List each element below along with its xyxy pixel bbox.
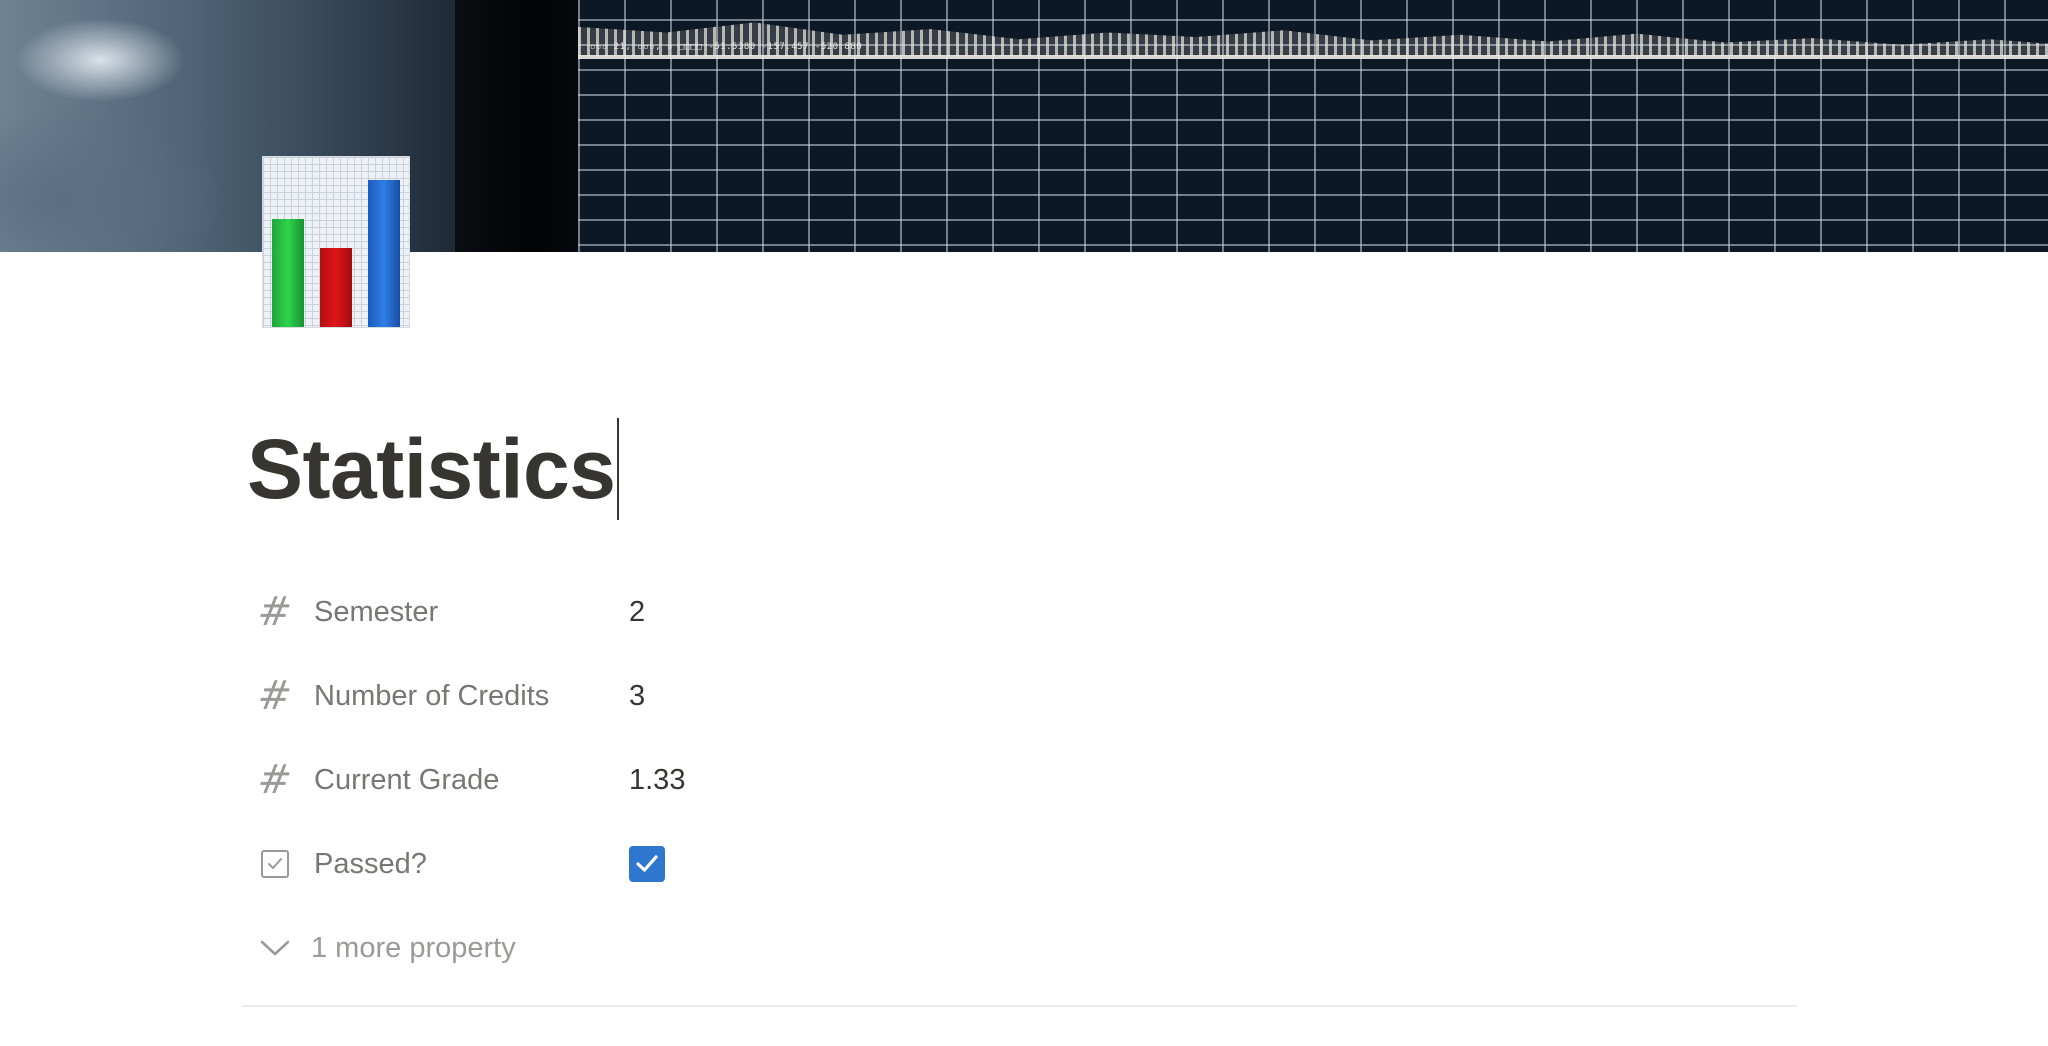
- property-name[interactable]: Semester: [314, 596, 438, 629]
- page-title[interactable]: Statistics: [247, 427, 616, 511]
- cover-monitor-bezel: [455, 0, 585, 252]
- checkbox-outline-icon: [261, 850, 289, 878]
- properties-list: # Semester 2 # Number of Credits 3 # Cur…: [255, 570, 1796, 990]
- page-title-container[interactable]: Statistics: [247, 418, 619, 520]
- checkmark-icon: [636, 855, 658, 872]
- notion-page: ▫▫▫ 21, ▫▫▫, ▫ □□□□ -51.5380 -157.457 -5…: [0, 0, 2048, 1046]
- more-properties-toggle[interactable]: 1 more property: [256, 906, 1796, 990]
- more-properties-label[interactable]: 1 more property: [311, 932, 516, 965]
- text-cursor: [616, 418, 619, 520]
- property-value[interactable]: 2: [629, 596, 645, 629]
- property-value[interactable]: 1.33: [629, 764, 685, 797]
- property-name[interactable]: Number of Credits: [314, 680, 549, 713]
- property-row-number-of-credits[interactable]: # Number of Credits 3: [255, 654, 1796, 738]
- bar-chart-icon[interactable]: [262, 156, 410, 328]
- property-row-semester[interactable]: # Semester 2: [255, 570, 1796, 654]
- properties-divider: [242, 1005, 1797, 1007]
- property-row-current-grade[interactable]: # Current Grade 1.33: [255, 738, 1796, 822]
- property-row-passed[interactable]: Passed?: [256, 822, 1796, 906]
- cover-screen-readout: ▫▫▫ 21, ▫▫▫, ▫ □□□□ -51.5380 -157.457 -5…: [590, 42, 863, 52]
- property-name[interactable]: Current Grade: [314, 764, 499, 797]
- chevron-down-icon-glyph: [260, 940, 290, 956]
- chevron-down-icon: [256, 929, 294, 967]
- checkbox-icon: [256, 845, 294, 883]
- property-value[interactable]: 3: [629, 680, 645, 713]
- bar-chart-icon-blue-bar: [368, 180, 400, 327]
- cover-chart-screen: [578, 0, 2048, 252]
- passed-checkbox[interactable]: [629, 846, 665, 882]
- number-icon: #: [255, 589, 295, 635]
- bar-chart-icon-green-bar: [272, 219, 304, 327]
- number-icon: #: [255, 757, 295, 803]
- checkmark-icon: [268, 858, 282, 869]
- property-name[interactable]: Passed?: [314, 848, 427, 881]
- bar-chart-icon-red-bar: [320, 248, 352, 327]
- number-icon: #: [255, 673, 295, 719]
